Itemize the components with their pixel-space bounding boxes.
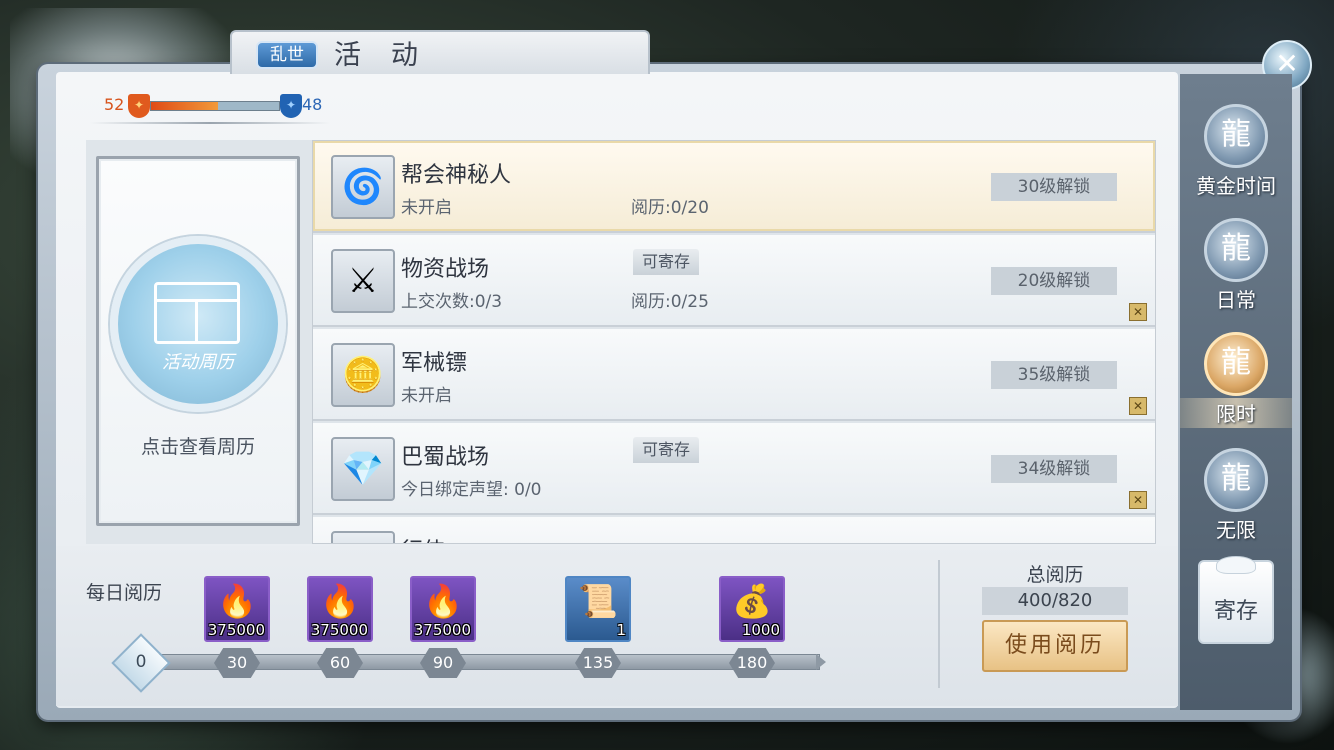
- milestone-marker: 135: [575, 648, 621, 678]
- crossed-swords-mark-icon: ✕: [1129, 491, 1147, 509]
- faction-balance: 52 ✦ ✦ 48: [104, 92, 324, 120]
- calendar-icon: [154, 282, 240, 344]
- crossed-swords-mark-icon: ✕: [1129, 303, 1147, 321]
- faction-left-value: 52: [104, 95, 125, 114]
- reward-chest[interactable]: 🔥 375000: [307, 576, 373, 642]
- tab-golden-time[interactable]: 龍 黄金时间: [1180, 100, 1292, 210]
- activity-row[interactable]: ⚔ 物资战场 可寄存 上交次数:0/3 阅历:0/25 20级解锁 ✕: [313, 235, 1155, 327]
- gold-item-icon: 🏵: [331, 531, 395, 543]
- server-tag: 乱世: [256, 41, 318, 69]
- faction-right-shield-icon: ✦: [280, 94, 302, 118]
- reward-count: 375000: [310, 621, 368, 639]
- depositable-tag: 可寄存: [633, 249, 699, 275]
- total-exp-value: 400/820: [982, 587, 1128, 615]
- use-exp-button[interactable]: 使用阅历: [982, 620, 1128, 672]
- blue-flame-icon: 🔥: [217, 582, 257, 620]
- activity-name: 行侠: [401, 533, 445, 543]
- reward-chest[interactable]: 🔥 375000: [410, 576, 476, 642]
- activity-row[interactable]: 🏵 行侠: [313, 517, 1155, 543]
- crossed-swords-mark-icon: ✕: [1129, 397, 1147, 415]
- purple-crystal-icon: 💎: [331, 437, 395, 501]
- calendar-hint[interactable]: 点击查看周历: [96, 432, 300, 459]
- activity-row[interactable]: 💎 巴蜀战场 可寄存 今日绑定声望: 0/0 34级解锁 ✕: [313, 423, 1155, 515]
- daily-exp-label: 每日阅历: [86, 582, 163, 604]
- activity-status: 未开启: [401, 198, 452, 218]
- tab-unlimited[interactable]: 龍 无限: [1180, 444, 1292, 554]
- calendar-orb-label: 活动周历: [162, 352, 234, 373]
- activity-status: 未开启: [401, 386, 452, 406]
- activity-status: 上交次数:0/3: [401, 292, 503, 312]
- reward-count: 1: [616, 621, 626, 639]
- divider: [90, 122, 330, 124]
- milestone-marker: 90: [420, 648, 466, 678]
- reward-chest[interactable]: 💰 1000: [719, 576, 785, 642]
- milestone-marker: 60: [317, 648, 363, 678]
- activity-lock-badge: 34级解锁: [991, 455, 1117, 483]
- activity-exp: 阅历:0/20: [631, 198, 709, 218]
- page-title: 活动: [334, 40, 448, 71]
- activity-list[interactable]: 🌀 帮会神秘人 未开启 阅历:0/20 30级解锁 ⚔ 物资战场 可寄存 上交次…: [312, 140, 1156, 544]
- faction-bar: [150, 101, 280, 111]
- activity-name: 帮会神秘人: [401, 163, 512, 188]
- dragon-emblem-icon: 龍: [1204, 218, 1268, 282]
- dragon-emblem-icon: 龍: [1204, 332, 1268, 396]
- tab-label: 黄金时间: [1196, 174, 1276, 198]
- blue-flame-icon: 🔥: [320, 582, 360, 620]
- divider: [938, 560, 940, 688]
- reward-chest[interactable]: 📜 1: [565, 576, 631, 642]
- activity-lock-badge: 35级解锁: [991, 361, 1117, 389]
- activity-exp: 阅历:0/25: [631, 292, 709, 312]
- activity-name: 物资战场: [401, 257, 490, 282]
- faction-bar-fill: [151, 102, 218, 110]
- tab-daily[interactable]: 龍 日常: [1180, 214, 1292, 324]
- faction-right-value: 48: [302, 95, 323, 114]
- reward-count: 375000: [413, 621, 471, 639]
- activity-lock-badge: 30级解锁: [991, 173, 1117, 201]
- tab-label: 无限: [1216, 518, 1256, 542]
- progress-bar-tip: [816, 654, 826, 670]
- faction-left-shield-icon: ✦: [128, 94, 150, 118]
- tab-label: 日常: [1216, 288, 1256, 312]
- activity-row[interactable]: 🪙 军械镖 未开启 35级解锁 ✕: [313, 329, 1155, 421]
- milestone-marker: 180: [729, 648, 775, 678]
- activity-name: 军械镖: [401, 351, 468, 376]
- activity-status: 今日绑定声望: 0/0: [401, 480, 542, 500]
- dragon-emblem-icon: 龍: [1204, 448, 1268, 512]
- total-exp-label: 总阅历: [1026, 564, 1084, 586]
- reward-count: 375000: [207, 621, 265, 639]
- purple-swirl-icon: 🌀: [331, 155, 395, 219]
- crossed-swords-icon: ⚔: [331, 249, 395, 313]
- activity-lock-badge: 20级解锁: [991, 267, 1117, 295]
- depositable-tag: 可寄存: [633, 437, 699, 463]
- scroll-icon: 📜: [578, 582, 618, 620]
- reward-chest[interactable]: 🔥 375000: [204, 576, 270, 642]
- activity-row[interactable]: 🌀 帮会神秘人 未开启 阅历:0/20 30级解锁: [313, 141, 1155, 233]
- milestone-label: 0: [135, 652, 147, 672]
- blue-flame-icon: 🔥: [423, 582, 463, 620]
- tab-label: 限时: [1216, 402, 1256, 426]
- coins-icon: 🪙: [331, 343, 395, 407]
- gold-coins-icon: 💰: [732, 582, 772, 620]
- activity-name: 巴蜀战场: [401, 445, 490, 470]
- milestone-marker: 30: [214, 648, 260, 678]
- deposit-bag-knot-icon: [1216, 556, 1256, 574]
- reward-count: 1000: [741, 621, 780, 639]
- dragon-emblem-icon: 龍: [1204, 104, 1268, 168]
- tab-limited-time[interactable]: 龍 限时: [1180, 328, 1292, 438]
